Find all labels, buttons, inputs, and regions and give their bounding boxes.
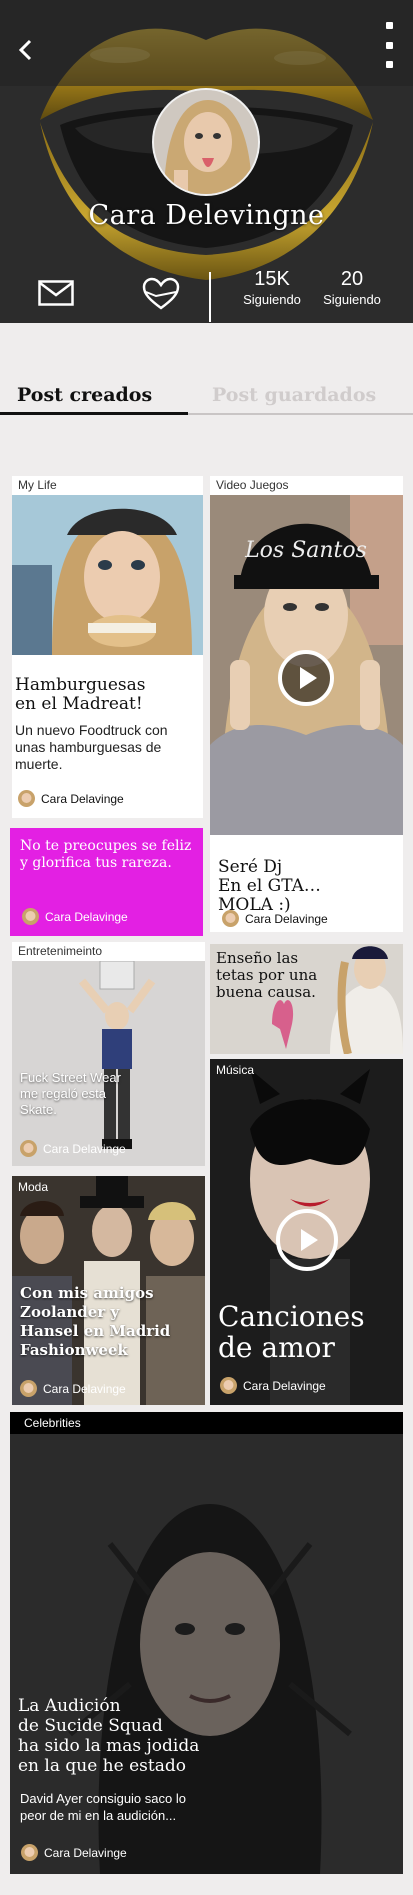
message-button[interactable]	[38, 280, 74, 308]
profile-name: Cara Delevingne	[88, 200, 325, 231]
post-title: Hamburguesas en el Madreat!	[15, 676, 201, 714]
post-author[interactable]: Cara Delavinge	[220, 1377, 326, 1394]
post-card-moda[interactable]: Moda Con mis amigos Zoolander y Hansel e…	[12, 1176, 205, 1405]
post-author[interactable]: Cara Delavinge	[20, 1380, 126, 1397]
post-card-quote[interactable]: No te preocupes se feliz y glorifica tus…	[10, 828, 203, 936]
followers-count: 15K	[254, 268, 290, 290]
top-app-bar	[0, 0, 413, 86]
post-category: Música	[216, 1063, 255, 1077]
post-image	[12, 961, 205, 1166]
author-name: Cara Delavinge	[43, 1381, 126, 1396]
post-author[interactable]: Cara Delavinge	[21, 1844, 127, 1861]
post-title-line: Hansel en Madrid	[20, 1322, 171, 1340]
post-image	[12, 495, 203, 655]
post-title-line: Canciones	[218, 1300, 365, 1333]
post-author[interactable]: Cara Delavinge	[222, 910, 328, 927]
mail-icon	[38, 280, 74, 306]
more-vertical-icon	[385, 41, 393, 49]
following-count: 20	[340, 268, 364, 290]
followers-label: Siguiendo	[243, 292, 301, 307]
author-avatar	[18, 790, 35, 807]
profile-header: Cara Delevingne 15K Siguiendo 20 Siguien…	[0, 0, 413, 323]
post-title-line: Con mis amigos	[20, 1284, 154, 1302]
author-name: Cara Delavinge	[243, 1378, 326, 1393]
post-image: Los Santos	[210, 495, 403, 835]
post-author[interactable]: Cara Delavinge	[20, 1140, 126, 1157]
active-tab-indicator	[0, 412, 188, 415]
post-title-line: de amor	[218, 1331, 335, 1364]
author-name: Cara Delavinge	[245, 911, 328, 926]
play-icon	[300, 667, 317, 689]
author-avatar	[222, 910, 239, 927]
tab-saved-posts[interactable]: Post guardados	[212, 384, 376, 406]
post-title: Canciones de amor	[218, 1301, 403, 1363]
author-avatar	[22, 908, 39, 925]
post-card-entretenimiento[interactable]: Entretenimeinto Fuck Street Wear me rega…	[12, 942, 205, 1166]
post-category: Moda	[18, 1180, 49, 1194]
post-title: Con mis amigos Zoolander y Hansel en Mad…	[20, 1284, 205, 1360]
follow-button[interactable]	[140, 276, 182, 312]
author-avatar	[20, 1380, 37, 1397]
heart-hands-icon	[142, 277, 180, 310]
more-vertical-icon	[385, 61, 393, 68]
post-title-line: En el GTA…	[218, 876, 321, 896]
post-category: Celebrities	[24, 1416, 81, 1430]
more-vertical-icon	[385, 22, 393, 29]
post-text: Fuck Street Wear me regaló esta Skate.	[20, 1070, 121, 1117]
play-icon	[301, 1229, 318, 1251]
svg-text:Los Santos: Los Santos	[244, 538, 367, 563]
followers-stat[interactable]: 15K Siguiendo	[236, 268, 308, 307]
author-name: Cara Delavinge	[44, 1845, 127, 1860]
profile-avatar[interactable]	[152, 88, 260, 196]
following-stat[interactable]: 20 Siguiendo	[318, 268, 386, 307]
post-title-line: Seré Dj	[218, 857, 283, 877]
author-avatar	[20, 1140, 37, 1157]
post-card-celebrities[interactable]: Celebrities La Audición de Sucide Squad …	[10, 1412, 403, 1874]
post-card-musica[interactable]: Música Canciones de amor Cara Delavinge	[210, 1059, 403, 1405]
author-name: Cara Delavinge	[45, 909, 128, 924]
play-video-button[interactable]	[278, 650, 334, 706]
post-description: David Ayer consiguio saco lo peor de mi …	[20, 1791, 186, 1823]
post-card-my-life[interactable]: My Life Hamburguesas en el Madreat! Un n…	[12, 476, 203, 818]
post-title-line: de Sucide Squad	[18, 1716, 163, 1736]
post-title: Seré Dj En el GTA… MOLA :)	[218, 858, 398, 915]
post-text: Enseño las tetas por una buena causa.	[216, 949, 318, 1001]
post-title-line: en el Madreat!	[15, 694, 143, 714]
post-title: La Audición de Sucide Squad ha sido la m…	[18, 1696, 348, 1776]
play-video-button[interactable]	[276, 1209, 338, 1271]
post-category: Entretenimeinto	[18, 944, 103, 958]
author-name: Cara Delavinge	[41, 791, 124, 806]
post-tabs: Post creados Post guardados	[0, 370, 413, 416]
post-category: My Life	[18, 478, 57, 492]
tab-created-posts[interactable]: Post creados	[17, 384, 152, 406]
post-card-causa[interactable]: Enseño las tetas por una buena causa.	[210, 944, 403, 1054]
post-author[interactable]: Cara Delavinge	[18, 790, 124, 807]
post-title-line: Hamburguesas	[15, 675, 146, 695]
post-title-line: Zoolander y	[20, 1303, 120, 1321]
post-title-line: La Audición	[18, 1696, 121, 1716]
post-title-line: Fashionweek	[20, 1341, 128, 1359]
back-arrow-icon	[18, 39, 32, 61]
post-author[interactable]: Cara Delavinge	[22, 908, 128, 925]
post-description: Un nuevo Foodtruck con unas hamburguesas…	[15, 722, 168, 772]
back-button[interactable]	[10, 30, 42, 70]
post-category: Video Juegos	[216, 478, 289, 492]
post-card-video-juegos[interactable]: Video Juegos Los Santos Seré Dj En el GT…	[210, 476, 403, 932]
following-label: Siguiendo	[323, 292, 381, 307]
author-avatar	[21, 1844, 38, 1861]
author-avatar	[220, 1377, 237, 1394]
tab-divider	[188, 413, 413, 415]
post-title-line: ha sido la mas jodida	[18, 1736, 200, 1756]
author-name: Cara Delavinge	[43, 1141, 126, 1156]
post-text: No te preocupes se feliz y glorifica tus…	[20, 838, 192, 871]
more-options-button[interactable]	[377, 22, 401, 68]
post-title-line: en la que he estado	[18, 1756, 186, 1776]
stats-divider	[209, 272, 211, 322]
